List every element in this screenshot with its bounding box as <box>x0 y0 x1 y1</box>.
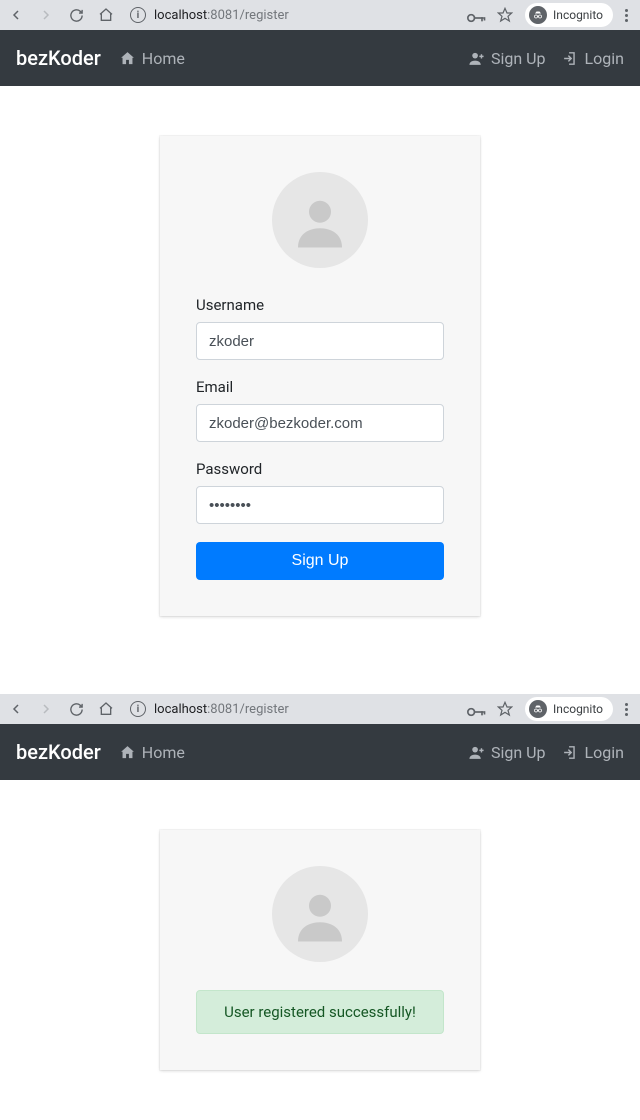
address-bar[interactable]: i localhost:8081/register <box>126 7 455 23</box>
incognito-label: Incognito <box>553 8 603 22</box>
incognito-icon <box>529 700 547 718</box>
brand-logo[interactable]: bezKoder <box>16 46 101 70</box>
navbar-right-2: Sign Up Login <box>468 743 624 762</box>
login-icon <box>562 50 579 67</box>
reload-icon[interactable] <box>68 701 84 717</box>
username-group: Username <box>196 296 444 360</box>
incognito-indicator-2[interactable]: Incognito <box>525 697 613 721</box>
url-host: localhost <box>154 8 207 23</box>
password-label: Password <box>196 460 444 478</box>
nav-link-login[interactable]: Login <box>562 49 624 68</box>
key-icon[interactable] <box>467 9 485 21</box>
navbar-right: Sign Up Login <box>468 49 624 68</box>
nav-signup-label: Sign Up <box>491 49 546 68</box>
key-icon[interactable] <box>467 703 485 715</box>
site-info-icon[interactable]: i <box>130 701 146 717</box>
site-info-icon[interactable]: i <box>130 7 146 23</box>
nav-signup-label: Sign Up <box>491 743 546 762</box>
user-plus-icon <box>468 744 485 761</box>
app-navbar: bezKoder Home Sign Up Login <box>0 30 640 86</box>
navbar-left-2: bezKoder Home <box>16 740 185 764</box>
password-group: Password <box>196 460 444 524</box>
url-host: localhost <box>154 702 207 717</box>
email-input[interactable] <box>196 404 444 442</box>
url-path: /register <box>240 702 289 717</box>
nav-home-label: Home <box>142 743 185 762</box>
brand-logo[interactable]: bezKoder <box>16 740 101 764</box>
star-icon[interactable] <box>497 7 513 23</box>
address-bar-2[interactable]: i localhost:8081/register <box>126 701 455 717</box>
incognito-label: Incognito <box>553 702 603 716</box>
result-content: User registered successfully! <box>0 780 640 1120</box>
result-card: User registered successfully! <box>160 830 480 1070</box>
menu-icon[interactable] <box>625 703 628 716</box>
url-text-2: localhost:8081/register <box>154 702 289 717</box>
nav-link-signup[interactable]: Sign Up <box>468 743 546 762</box>
avatar-container <box>196 172 444 268</box>
nav-login-label: Login <box>585 743 624 762</box>
browser-nav-controls-2 <box>8 701 114 717</box>
success-alert: User registered successfully! <box>196 990 444 1034</box>
username-label: Username <box>196 296 444 314</box>
browser-chrome-2: i localhost:8081/register Incognito bezK… <box>0 694 640 1120</box>
incognito-icon <box>529 6 547 24</box>
register-content: Username Email Password Sign Up <box>0 86 640 666</box>
browser-chrome-1: i localhost:8081/register Incognito bezK… <box>0 0 640 666</box>
menu-icon[interactable] <box>625 9 628 22</box>
forward-icon[interactable] <box>38 701 54 717</box>
home-icon[interactable] <box>98 7 114 23</box>
register-card: Username Email Password Sign Up <box>160 136 480 616</box>
username-input[interactable] <box>196 322 444 360</box>
password-input[interactable] <box>196 486 444 524</box>
browser-nav-controls <box>8 7 114 23</box>
nav-link-home[interactable]: Home <box>119 49 185 68</box>
forward-icon[interactable] <box>38 7 54 23</box>
nav-link-signup[interactable]: Sign Up <box>468 49 546 68</box>
browser-toolbar: i localhost:8081/register Incognito <box>0 0 640 30</box>
avatar-placeholder-icon <box>272 172 368 268</box>
email-group: Email <box>196 378 444 442</box>
browser-right-icons-2: Incognito <box>467 697 632 721</box>
nav-home-label: Home <box>142 49 185 68</box>
nav-link-login[interactable]: Login <box>562 743 624 762</box>
browser-toolbar-2: i localhost:8081/register Incognito <box>0 694 640 724</box>
app-navbar-2: bezKoder Home Sign Up Login <box>0 724 640 780</box>
browser-right-icons: Incognito <box>467 3 632 27</box>
nav-login-label: Login <box>585 49 624 68</box>
avatar-placeholder-icon <box>272 866 368 962</box>
star-icon[interactable] <box>497 701 513 717</box>
url-path: /register <box>240 8 289 23</box>
nav-link-home[interactable]: Home <box>119 743 185 762</box>
house-icon <box>119 50 136 67</box>
avatar-container-2 <box>196 866 444 962</box>
home-icon[interactable] <box>98 701 114 717</box>
url-port: :8081 <box>207 8 239 23</box>
back-icon[interactable] <box>8 7 24 23</box>
house-icon <box>119 744 136 761</box>
login-icon <box>562 744 579 761</box>
incognito-indicator[interactable]: Incognito <box>525 3 613 27</box>
user-plus-icon <box>468 50 485 67</box>
signup-button[interactable]: Sign Up <box>196 542 444 580</box>
reload-icon[interactable] <box>68 7 84 23</box>
url-text: localhost:8081/register <box>154 8 289 23</box>
navbar-left: bezKoder Home <box>16 46 185 70</box>
email-label: Email <box>196 378 444 396</box>
url-port: :8081 <box>207 702 239 717</box>
back-icon[interactable] <box>8 701 24 717</box>
